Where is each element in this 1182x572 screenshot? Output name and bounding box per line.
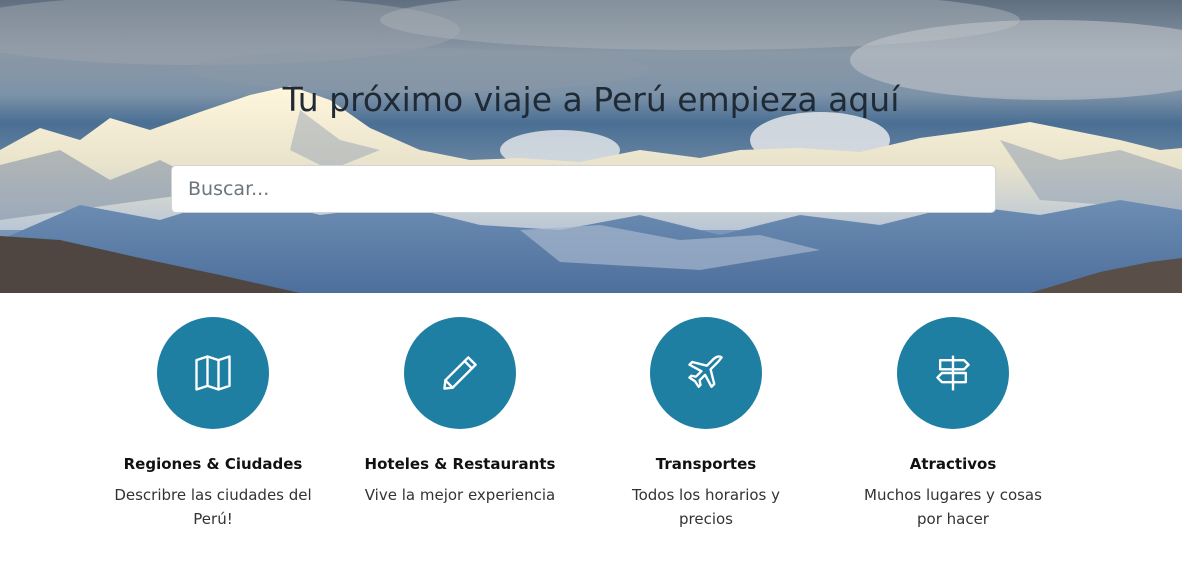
feature-description: Todos los horarios y precios — [631, 486, 780, 528]
feature-title: Atractivos — [909, 455, 997, 473]
feature-title: Hoteles & Restaurants — [364, 455, 556, 473]
feature-regiones-ciudades[interactable]: Regiones & Ciudades Describre las ciudad… — [113, 317, 313, 531]
hero-banner: Tu próximo viaje a Perú empieza aquí — [0, 0, 1182, 293]
feature-description: Muchos lugares y cosas por hacer — [864, 486, 1042, 528]
feature-icon-circle[interactable] — [650, 317, 762, 429]
feature-list: Regiones & Ciudades Describre las ciudad… — [0, 317, 1182, 572]
pencil-icon — [443, 356, 477, 390]
feature-atractivos[interactable]: Atractivos Muchos lugares y cosas por ha… — [853, 317, 1053, 531]
feature-hoteles-restaurants[interactable]: Hoteles & Restaurants Vive la mejor expe… — [360, 317, 560, 507]
feature-title: Transportes — [655, 455, 757, 473]
feature-icon-circle[interactable] — [157, 317, 269, 429]
feature-icon-circle[interactable] — [404, 317, 516, 429]
airplane-icon — [688, 355, 723, 388]
feature-transportes[interactable]: Transportes Todos los horarios y precios — [606, 317, 806, 531]
feature-description: Vive la mejor experiencia — [364, 486, 556, 504]
map-icon — [195, 355, 231, 391]
feature-title: Regiones & Ciudades — [123, 455, 303, 473]
feature-icon-circle[interactable] — [897, 317, 1009, 429]
hero-title: Tu próximo viaje a Perú empieza aquí — [282, 80, 900, 119]
mountain-background-image — [0, 0, 1182, 293]
signpost-icon — [936, 355, 970, 391]
feature-description: Describre las ciudades del Perú! — [114, 486, 312, 528]
search-input[interactable] — [171, 165, 996, 213]
